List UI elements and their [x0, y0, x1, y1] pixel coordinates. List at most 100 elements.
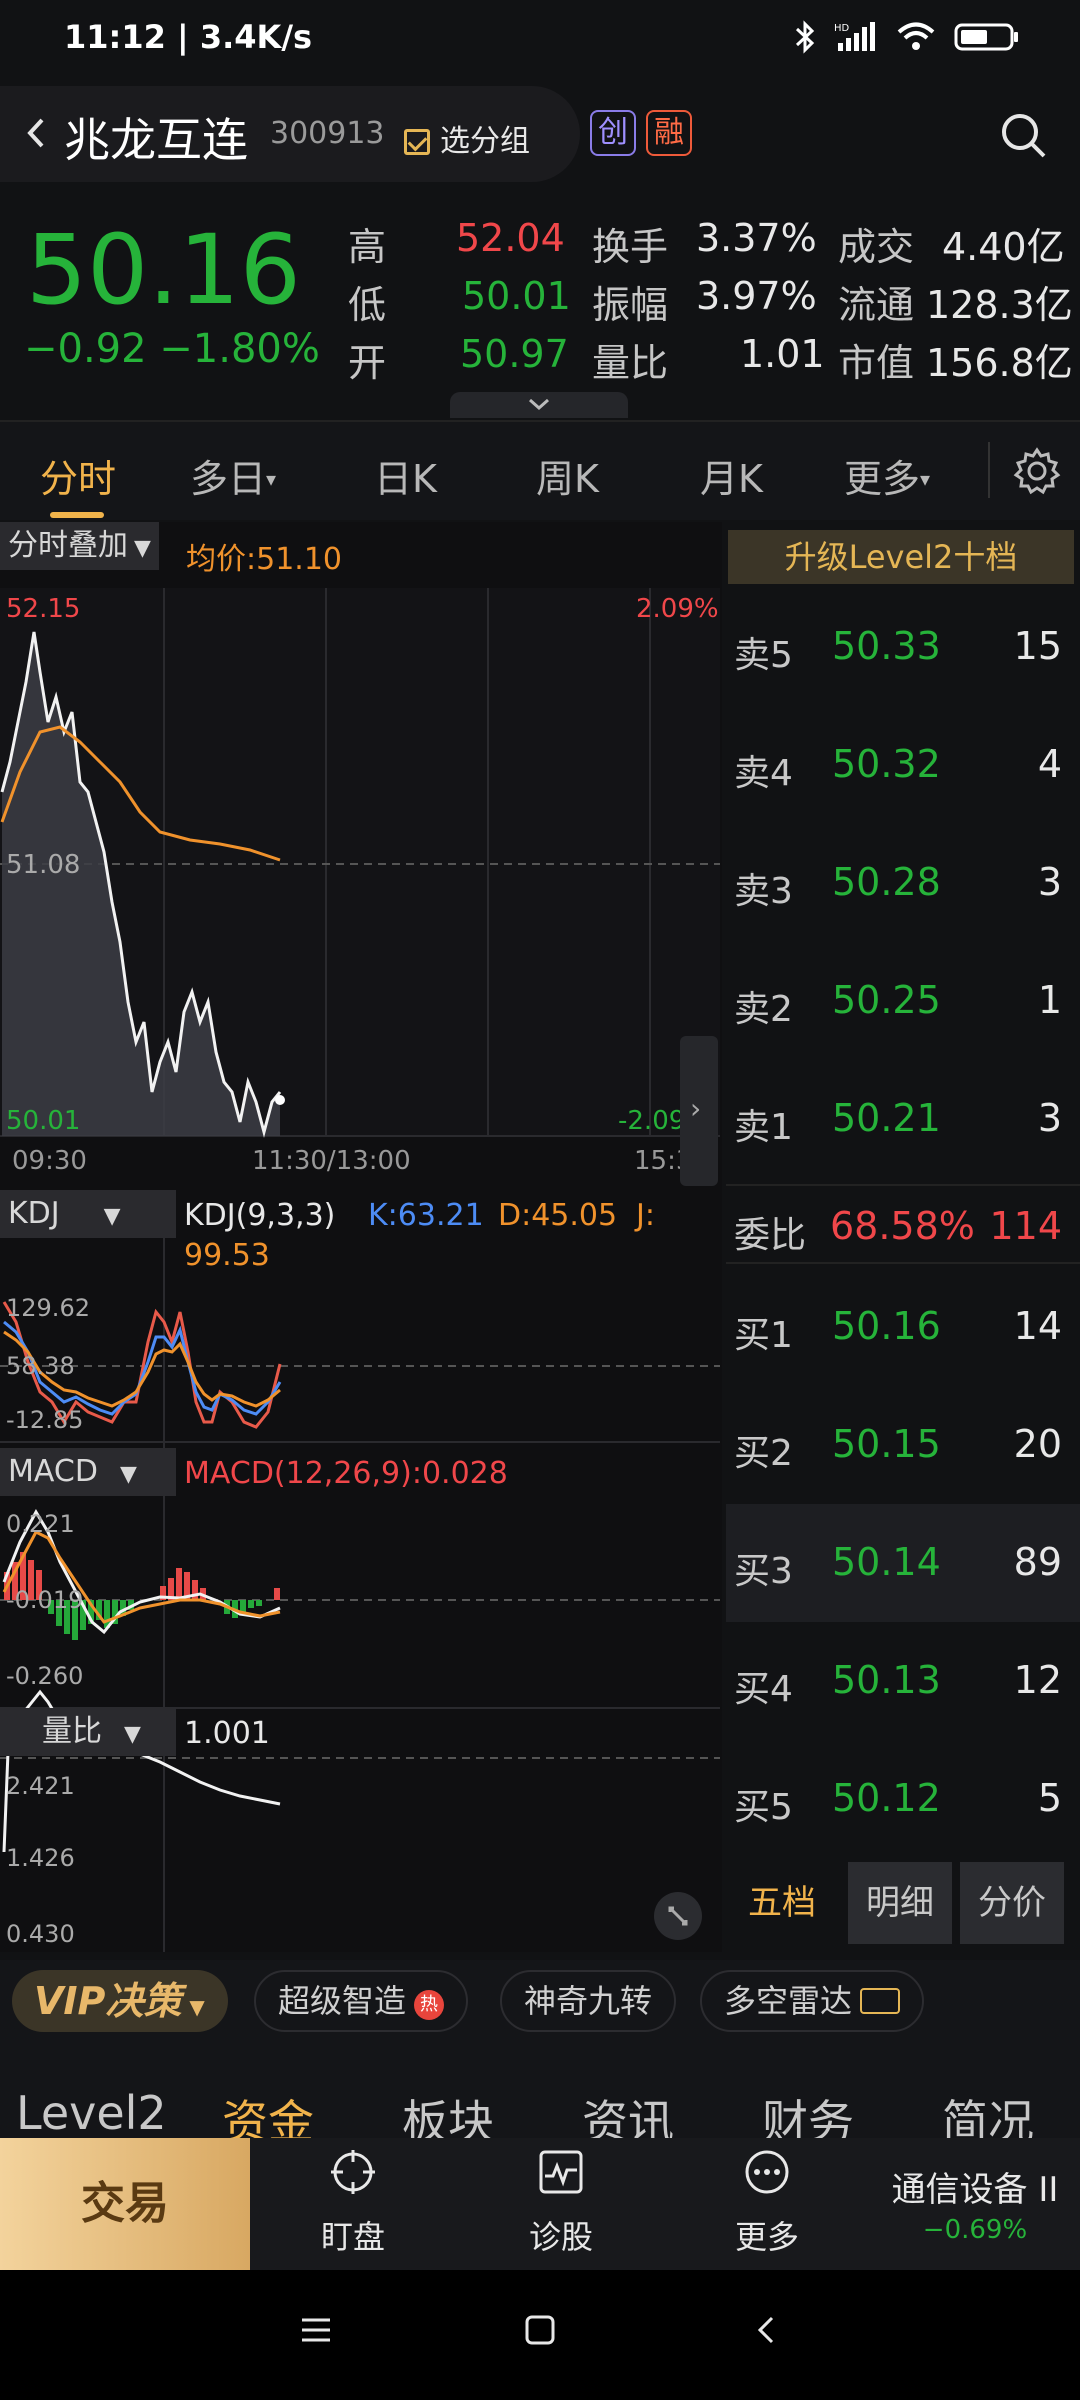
status-icons: HD — [794, 20, 1020, 54]
gear-icon[interactable] — [1012, 446, 1062, 496]
bid-label: 买3 — [734, 1551, 793, 1592]
status-time: 11:12 | 3.4K/s — [64, 18, 313, 56]
ask-volume: 4 — [1037, 742, 1062, 786]
open-label: 开 — [348, 341, 387, 385]
amplitude-value: 3.97% — [696, 274, 817, 318]
price-axis-top: 52.15 — [6, 594, 81, 624]
bid-row-1[interactable]: 买1 50.16 14 — [726, 1268, 1080, 1386]
chip-label: 超级智造 — [278, 1982, 407, 2020]
ask-price: 50.21 — [832, 1096, 941, 1140]
tab-daily-k[interactable]: 日K — [374, 448, 437, 503]
kdj-axis-top: 129.62 — [6, 1294, 90, 1322]
ask-row-3[interactable]: 卖3 50.28 3 — [726, 824, 1080, 942]
chart-scroll-handle[interactable]: › — [680, 1036, 718, 1186]
caret-down-icon: ▼ — [119, 1462, 137, 1487]
order-ratio-label: 委比 — [734, 1215, 807, 1256]
kdj-j-label: J: — [636, 1198, 655, 1233]
tab-price-distribution[interactable]: 分价 — [960, 1862, 1064, 1944]
chevron-down-icon — [529, 398, 549, 411]
ask-volume: 3 — [1037, 1096, 1062, 1140]
chip-label: 多空雷达 — [724, 1982, 853, 2020]
bid-row-5[interactable]: 买5 50.12 5 — [726, 1740, 1080, 1858]
overlay-dropdown[interactable]: 分时叠加 ▼ — [0, 522, 159, 570]
macd-dropdown[interactable]: MACD ▼ — [0, 1448, 176, 1496]
chip-magic-nine[interactable]: 神奇九转 — [500, 1970, 677, 2032]
tab-more[interactable]: 更多▾ — [844, 448, 930, 503]
open-value: 50.97 — [460, 332, 569, 376]
search-icon[interactable] — [996, 108, 1052, 164]
expand-quote-button[interactable] — [450, 392, 628, 418]
upgrade-level2-button[interactable]: 升级Level2十档 — [728, 530, 1074, 584]
chevron-right-icon: › — [690, 1092, 702, 1125]
trade-button[interactable]: 交易 — [0, 2138, 250, 2270]
high-label: 高 — [348, 225, 387, 269]
back-icon[interactable] — [750, 2312, 786, 2348]
low-label: 低 — [348, 283, 387, 327]
chart-area[interactable]: 分时叠加 ▼ 均价:51.10 52.15 2.09% 51.08 50.01 -… — [0, 522, 722, 1952]
caret-down-icon: ▾ — [266, 467, 277, 491]
tab-level2[interactable]: Level2 — [16, 2086, 167, 2140]
select-group-label: 选分组 — [440, 124, 530, 159]
home-icon[interactable] — [522, 2312, 558, 2348]
kdj-params: KDJ(9,3,3) — [184, 1198, 336, 1233]
tab-multi-day[interactable]: 多日▾ — [190, 448, 276, 503]
more-button[interactable]: 更多 — [692, 2148, 842, 2258]
volume-ratio-current: 1.001 — [184, 1716, 270, 1751]
ask-label: 卖5 — [734, 635, 793, 676]
kdj-indicator-label: KDJ — [8, 1196, 60, 1231]
bid-row-4[interactable]: 买4 50.13 12 — [726, 1622, 1080, 1740]
bid-row-2[interactable]: 买2 50.15 20 — [726, 1386, 1080, 1504]
hot-icon: 热 — [414, 1990, 445, 2020]
macd-axis-bottom: -0.260 — [6, 1662, 84, 1690]
select-group-button[interactable]: 选分组 — [404, 116, 530, 160]
sector-info[interactable]: 通信设备 II −0.69% — [870, 2162, 1080, 2245]
float-cap-value: 128.3亿 — [926, 283, 1073, 327]
overlay-label: 分时叠加 — [8, 528, 128, 563]
crosshair-icon — [331, 2150, 375, 2194]
kdj-axis-mid: 58.38 — [6, 1352, 75, 1380]
order-ratio-diff: 114 — [989, 1204, 1062, 1248]
stock-code: 300913 — [270, 116, 385, 151]
amplitude-label: 振幅 — [592, 283, 669, 327]
tab-monthly-k[interactable]: 月K — [700, 448, 763, 503]
vr-axis-top: 2.421 — [6, 1772, 75, 1800]
watch-button[interactable]: 盯盘 — [278, 2148, 428, 2258]
bid-row-3[interactable]: 买3 50.14 89 — [726, 1504, 1080, 1622]
volume-ratio-dropdown[interactable]: 量比 ▼ — [0, 1708, 176, 1756]
ask-row-2[interactable]: 卖2 50.25 1 — [726, 942, 1080, 1060]
volume-ratio-value: 1.01 — [740, 332, 825, 376]
ask-row-4[interactable]: 卖4 50.32 4 — [726, 706, 1080, 824]
tab-intraday[interactable]: 分时 — [40, 448, 116, 503]
tab-five-levels[interactable]: 五档 — [728, 1862, 836, 1944]
menu-icon[interactable] — [298, 2312, 334, 2348]
bid-price: 50.16 — [832, 1304, 941, 1348]
checkbox-icon — [404, 129, 430, 155]
tab-details[interactable]: 明细 — [848, 1862, 952, 1944]
chip-super-manufacturing[interactable]: 超级智造热 — [254, 1970, 469, 2032]
order-book: 升级Level2十档 卖5 50.33 15 卖4 50.32 4 卖3 50.28 3 卖… — [726, 522, 1080, 1952]
ask-row-5[interactable]: 卖5 50.33 15 — [726, 588, 1080, 706]
bid-volume: 14 — [1013, 1304, 1062, 1348]
kdj-dropdown[interactable]: KDJ ▼ — [0, 1190, 176, 1238]
active-tab-indicator — [50, 512, 104, 518]
signal-icon: HD — [834, 22, 875, 51]
diagnose-button[interactable]: 诊股 — [486, 2148, 636, 2258]
tab-more-label: 更多 — [844, 457, 921, 501]
tab-weekly-k[interactable]: 周K — [536, 448, 599, 503]
caret-down-icon: ▼ — [124, 1722, 141, 1747]
ask-price: 50.25 — [832, 978, 941, 1022]
bid-price: 50.15 — [832, 1422, 941, 1466]
back-arrow-icon[interactable] — [14, 108, 58, 158]
wifi-icon — [897, 22, 935, 50]
price-axis-mid: 51.08 — [6, 850, 81, 880]
low-value: 50.01 — [462, 274, 571, 318]
watch-label: 盯盘 — [320, 2218, 385, 2256]
turnover-amount-label: 成交 — [838, 225, 915, 269]
ask-price: 50.33 — [832, 624, 941, 668]
ask-row-1[interactable]: 卖1 50.21 3 — [726, 1060, 1080, 1178]
bid-price: 50.14 — [832, 1540, 941, 1584]
chip-bull-bear-radar[interactable]: 多空雷达 — [700, 1970, 925, 2032]
vip-decision-button[interactable]: VIP决策 ▼ — [12, 1970, 228, 2032]
bid-volume: 5 — [1037, 1776, 1062, 1820]
fullscreen-button[interactable] — [654, 1892, 702, 1940]
